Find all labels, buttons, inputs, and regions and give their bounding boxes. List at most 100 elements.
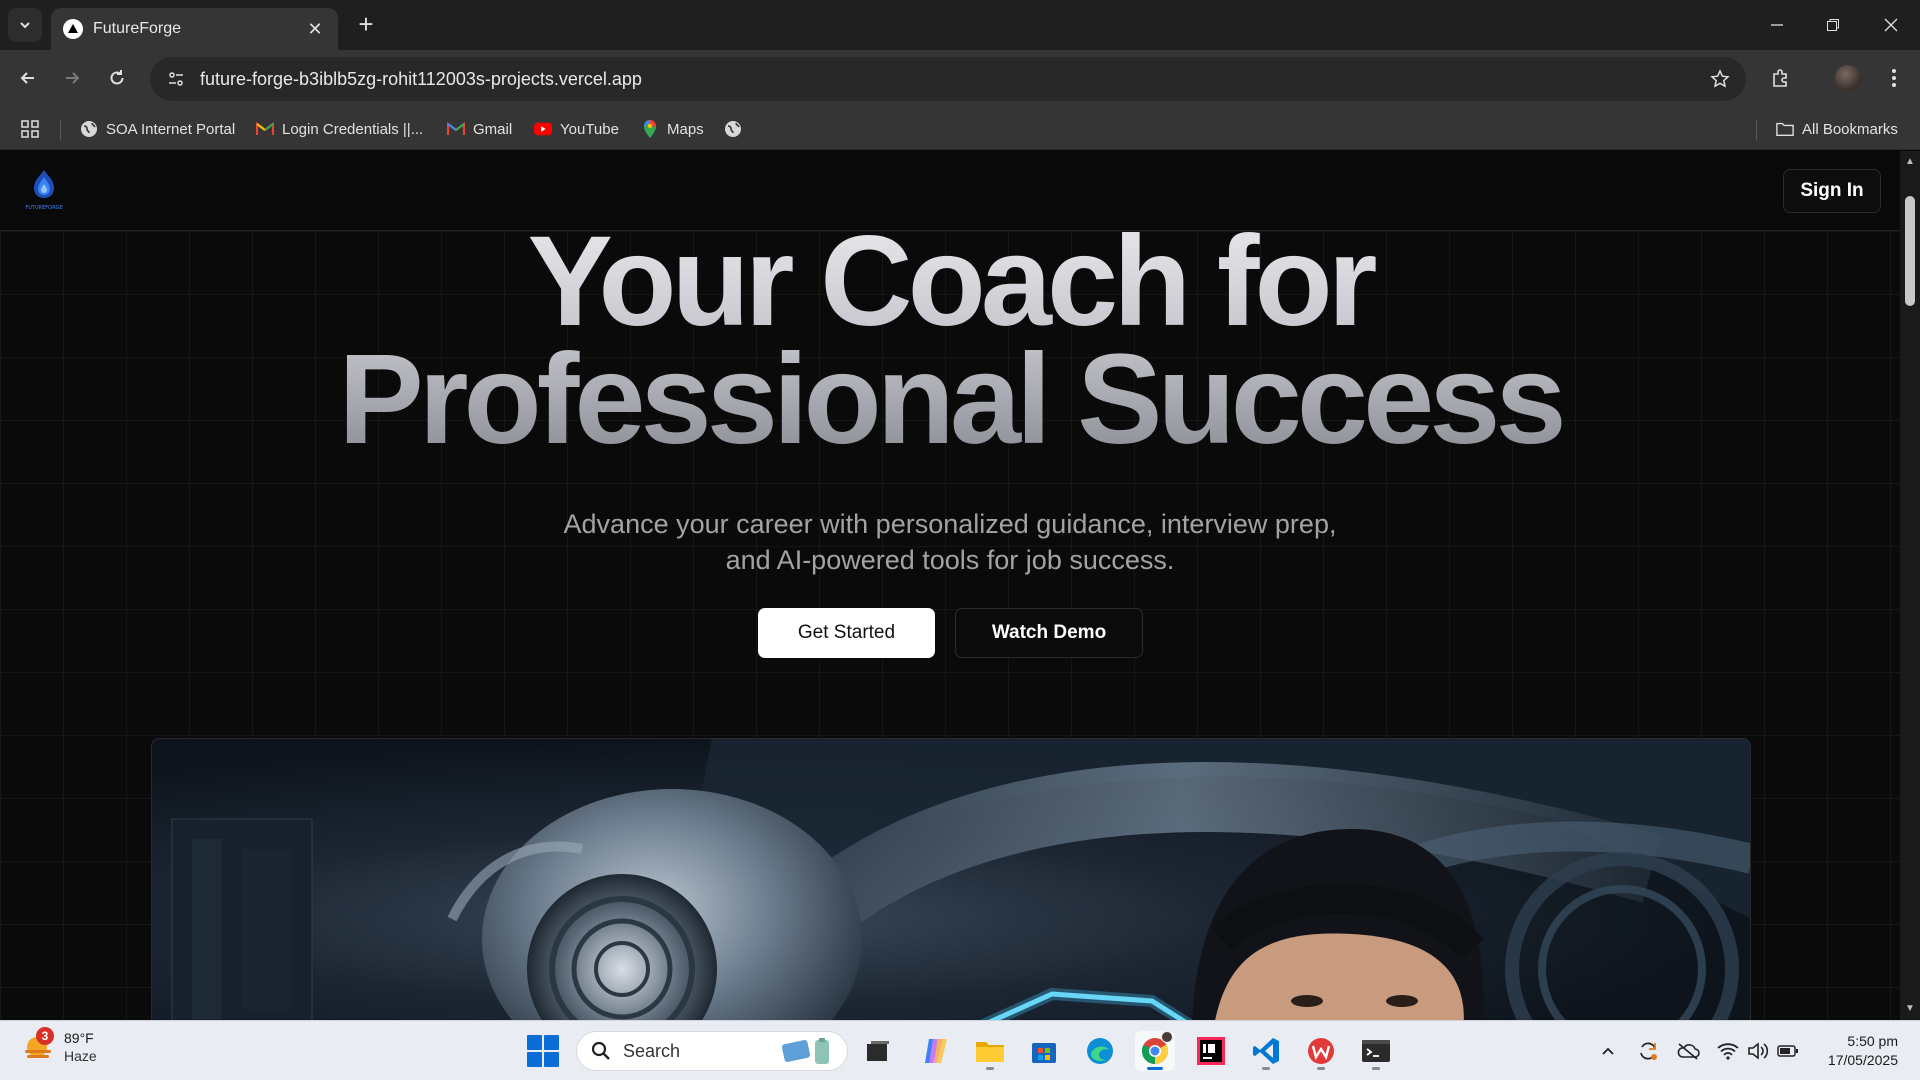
taskbar-vscode[interactable] xyxy=(1246,1031,1286,1071)
folder-icon xyxy=(1776,120,1794,138)
hero-subtitle: Advance your career with personalized gu… xyxy=(563,509,1337,575)
task-view-icon xyxy=(867,1041,889,1061)
restore-button[interactable] xyxy=(1818,10,1848,40)
weather-alert-badge: 3 xyxy=(36,1027,54,1045)
bookmark-label: Maps xyxy=(667,120,704,138)
bookmark-login-credentials[interactable]: Login Credentials ||... xyxy=(256,116,423,142)
bookmark-star-icon[interactable] xyxy=(1700,57,1740,101)
page-scrollbar[interactable]: ▲ ▼ xyxy=(1900,151,1920,1020)
taskbar-edge[interactable] xyxy=(1080,1031,1120,1071)
chrome-profile-badge xyxy=(1161,1031,1173,1043)
url-text: future-forge-b3iblb5zg-rohit112003s-proj… xyxy=(200,68,642,89)
extensions-button[interactable] xyxy=(1765,62,1797,94)
scroll-up-arrow-icon[interactable]: ▲ xyxy=(1904,157,1916,167)
weather-condition: Haze xyxy=(64,1048,97,1064)
scroll-down-arrow-icon[interactable]: ▼ xyxy=(1904,1004,1916,1014)
logo-text: FUTUREFORGE xyxy=(25,205,62,211)
taskbar-wps-office[interactable] xyxy=(1301,1031,1341,1071)
running-indicator-active xyxy=(1147,1067,1163,1070)
weather-widget[interactable]: 3 89°F Haze xyxy=(22,1027,97,1065)
taskbar-search-box[interactable]: Search xyxy=(576,1031,848,1071)
site-info-icon[interactable] xyxy=(156,57,196,101)
tab-search-button[interactable] xyxy=(8,8,42,42)
sign-in-button[interactable]: Sign In xyxy=(1783,169,1881,213)
globe-icon xyxy=(80,120,98,138)
volume-tray-button[interactable] xyxy=(1746,1039,1770,1063)
taskbar-terminal[interactable] xyxy=(1356,1031,1396,1071)
system-clock[interactable]: 5:50 pm 17/05/2025 xyxy=(1806,1032,1898,1070)
windows-start-button[interactable] xyxy=(527,1035,559,1067)
intellij-icon xyxy=(1197,1037,1225,1065)
weather-temperature: 89°F xyxy=(64,1030,94,1046)
battery-tray-button[interactable] xyxy=(1776,1039,1800,1063)
close-window-button[interactable] xyxy=(1876,10,1906,40)
browser-tab-bar: FutureForge ✕ + xyxy=(0,0,1920,50)
back-button[interactable] xyxy=(12,62,44,94)
bookmark-label: Login Credentials ||... xyxy=(282,120,424,138)
vercel-favicon-icon xyxy=(63,19,83,39)
reload-icon xyxy=(110,70,124,85)
profile-avatar-button[interactable] xyxy=(1832,62,1864,94)
minimize-button[interactable] xyxy=(1762,10,1792,40)
bookmark-label: Gmail xyxy=(473,120,513,138)
weather-haze-icon: 3 xyxy=(22,1027,56,1064)
taskbar-chrome[interactable] xyxy=(1135,1031,1175,1071)
browser-menu-button[interactable] xyxy=(1878,62,1910,94)
new-tab-button[interactable]: + xyxy=(352,11,380,39)
running-indicator xyxy=(1372,1067,1380,1070)
taskbar-task-view[interactable] xyxy=(858,1031,898,1071)
hero-title-line2: Professional Success xyxy=(338,328,1562,471)
clock-date: 17/05/2025 xyxy=(1827,1052,1898,1068)
bookmark-gmail[interactable]: Gmail xyxy=(447,116,512,142)
forward-arrow-icon xyxy=(66,72,80,84)
onedrive-tray-button[interactable] xyxy=(1676,1039,1700,1063)
taskbar-intellij[interactable] xyxy=(1191,1031,1231,1071)
futureforge-logo[interactable]: FUTUREFORGE xyxy=(22,168,66,212)
taskbar-store[interactable] xyxy=(1024,1031,1064,1071)
get-started-button[interactable]: Get Started xyxy=(758,608,935,658)
bookmark-youtube[interactable]: YouTube xyxy=(534,116,619,142)
edge-icon xyxy=(1087,1038,1113,1064)
watch-demo-button[interactable]: Watch Demo xyxy=(955,608,1143,658)
gmail-icon xyxy=(447,120,465,138)
sync-tray-button[interactable] xyxy=(1636,1039,1660,1063)
puzzle-icon xyxy=(1773,69,1787,87)
search-placeholder: Search xyxy=(623,1040,681,1061)
bookmarks-divider xyxy=(1756,120,1757,140)
battery-icon xyxy=(1777,1045,1798,1057)
all-bookmarks-button[interactable]: All Bookmarks xyxy=(1776,116,1898,142)
bookmark-label: YouTube xyxy=(560,120,619,138)
avatar xyxy=(1835,65,1861,91)
taskbar-copilot[interactable] xyxy=(916,1031,956,1071)
gmail-icon xyxy=(256,120,274,138)
tab-close-icon[interactable]: ✕ xyxy=(304,19,326,40)
show-hidden-icons-button[interactable] xyxy=(1596,1039,1620,1063)
all-bookmarks-label: All Bookmarks xyxy=(1802,120,1898,138)
vscode-icon xyxy=(1253,1038,1279,1064)
wps-office-icon xyxy=(1308,1038,1334,1064)
bookmark-soa-portal[interactable]: SOA Internet Portal xyxy=(80,116,235,142)
bookmark-globe[interactable] xyxy=(724,116,750,142)
browser-toolbar: future-forge-b3iblb5zg-rohit112003s-proj… xyxy=(0,50,1920,108)
tab-title: FutureForge xyxy=(93,20,182,37)
apps-grid-icon xyxy=(21,120,39,138)
address-bar[interactable]: future-forge-b3iblb5zg-rohit112003s-proj… xyxy=(150,57,1746,101)
taskbar-file-explorer[interactable] xyxy=(970,1031,1010,1071)
kebab-menu-icon xyxy=(1892,69,1896,87)
close-icon xyxy=(1884,18,1898,32)
bookmark-maps[interactable]: Maps xyxy=(641,116,704,142)
chevron-down-icon xyxy=(20,22,30,29)
copilot-icon xyxy=(925,1039,947,1063)
cloud-offline-icon xyxy=(1677,1043,1700,1060)
windows-taskbar: 3 89°F Haze Search 5:50 pm 17/05/2025 xyxy=(0,1020,1920,1080)
browser-tab-active[interactable]: FutureForge ✕ xyxy=(51,8,338,50)
store-icon xyxy=(1032,1043,1056,1063)
wifi-tray-button[interactable] xyxy=(1716,1039,1740,1063)
reload-button[interactable] xyxy=(101,62,133,94)
bookmarks-bar: SOA Internet Portal Login Credentials ||… xyxy=(0,108,1920,150)
forward-button[interactable] xyxy=(56,62,88,94)
scrollbar-thumb[interactable] xyxy=(1905,196,1915,306)
youtube-icon xyxy=(534,120,552,138)
apps-grid-button[interactable] xyxy=(20,116,40,142)
running-indicator xyxy=(1317,1067,1325,1070)
